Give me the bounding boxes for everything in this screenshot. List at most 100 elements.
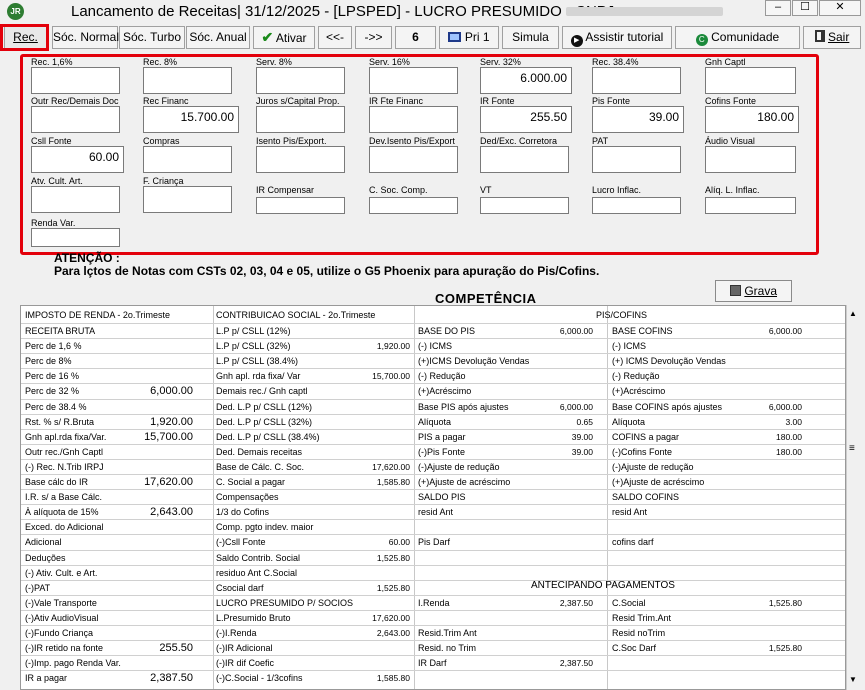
table-row: (-) Rec. N.Trib IRPJ Base de Cálc. C. Soc…	[21, 458, 845, 474]
field-input-ir_fte_financ[interactable]	[369, 106, 458, 133]
scroll-grip-icon[interactable]: ≡	[849, 443, 855, 454]
field-input-rec384[interactable]	[592, 67, 681, 94]
sair-label: Sair	[828, 30, 850, 44]
field-input-vt[interactable]	[480, 197, 569, 214]
field-input-audio_visual[interactable]	[705, 146, 796, 173]
field-input-ir_fonte[interactable]: 255.50	[480, 106, 572, 133]
field-input-rec16[interactable]	[31, 67, 120, 94]
row-value-ir: 6,000.00	[150, 385, 193, 398]
table-row: (-)Ativ AudioVisual L.Presumido Bruto 17,6…	[21, 609, 845, 625]
close-button[interactable]: ✕	[819, 0, 861, 16]
field-input-ir_compensar[interactable]	[256, 197, 345, 214]
row-label-cs: L.P p/ CSLL (32%)	[216, 341, 291, 352]
field-input-cofins_fonte[interactable]: 180.00	[705, 106, 799, 133]
monitor-icon	[448, 32, 462, 42]
field-input-serv32[interactable]: 6.000.00	[480, 67, 572, 94]
field-input-dev_isento_pis[interactable]	[369, 146, 458, 173]
field-input-compras[interactable]	[143, 146, 232, 173]
window-title: Lancamento de Receitas| 31/12/2025 - [LP…	[71, 3, 619, 20]
field-input-outr_rec[interactable]	[31, 106, 120, 133]
grid-scrollbar[interactable]: ▲ ≡ ▼	[846, 305, 861, 690]
field-input-lucro_inflac[interactable]	[592, 197, 681, 214]
field-input-serv16[interactable]	[369, 67, 458, 94]
field-label-c_soc_comp: C. Soc. Comp.	[369, 185, 428, 195]
row-label-ir: (-) Rec. N.Trib IRPJ	[25, 461, 104, 472]
pri-button[interactable]: Pri 1	[439, 26, 499, 49]
field-input-csll_fonte[interactable]: 60.00	[31, 146, 124, 173]
field-label-aliq_l_inflac: Alíq. L. Inflac.	[705, 185, 760, 195]
row-label-cs: Saldo Contrib. Social	[216, 552, 301, 563]
table-row: Deduções Saldo Contrib. Social 1,525.80	[21, 549, 845, 565]
table-row: IR a pagar 2,387.50 (-)C.Social - 1/3cofin…	[21, 670, 845, 685]
ativar-button[interactable]: ✔ Ativar	[253, 26, 315, 49]
row-label-cs: 1/3 do Cofins	[216, 507, 270, 518]
field-label-rec384: Rec. 38.4%	[592, 57, 639, 67]
scroll-up-icon[interactable]: ▲	[849, 309, 857, 318]
row-label-cofins: C.Social	[612, 597, 646, 608]
field-input-atv_cult[interactable]	[31, 186, 120, 213]
row-label-ir: RECEITA BRUTA	[25, 326, 96, 336]
row-label-cs: (-)C.Social - 1/3cofins	[216, 673, 303, 684]
tutorial-label: Assistir tutorial	[585, 30, 664, 44]
field-label-lucro_inflac: Lucro Inflac.	[592, 185, 642, 195]
row-label-pis: Resid. no Trim	[418, 643, 477, 654]
field-input-juros_capital[interactable]	[256, 106, 345, 133]
scroll-down-icon[interactable]: ▼	[849, 675, 857, 684]
grava-button[interactable]: Grava	[715, 280, 792, 302]
field-input-renda_var[interactable]	[31, 228, 120, 247]
field-input-serv8[interactable]	[256, 67, 345, 94]
row-label-cofins: Resid Trim.Ant	[612, 612, 672, 623]
row-label-pis: resid Ant	[418, 507, 454, 518]
field-input-gnh_captl[interactable]	[705, 67, 796, 94]
field-input-ded_exc[interactable]	[480, 146, 569, 173]
field-input-isento_pis[interactable]	[256, 146, 345, 173]
row-label-ir: Outr rec./Gnh Captl	[25, 446, 104, 457]
row-label-ir: (-)IR retido na fonte	[25, 643, 104, 654]
table-row: Perc de 8% L.P p/ CSLL (38.4%) (+)ICMS Dev…	[21, 353, 845, 368]
row-label-cofins: cofins darf	[612, 537, 654, 548]
row-label-ir: Rst. % s/ R.Bruta	[25, 416, 95, 427]
row-value-cs: 17,620.00	[372, 612, 410, 623]
row-label-cofins: (+) ICMS Devolução Vendas	[612, 356, 726, 367]
results-grid: IMPOSTO DE RENDA - 2o.Trimeste CONTRIBUI…	[20, 305, 846, 690]
row-label-cs: L.P p/ CSLL (12%)	[216, 326, 291, 336]
socio-turbo-button[interactable]: Sóc. Turbo	[119, 26, 185, 49]
socio-anual-button[interactable]: Sóc. Anual	[186, 26, 250, 49]
table-row: I.R. s/ a Base Cálc. Compensações SALDO PI…	[21, 489, 845, 504]
row-label-cofins: (+)Ajuste de acréscimo	[612, 477, 705, 487]
maximize-button[interactable]: ☐	[792, 0, 818, 16]
row-value-cof: 1,525.80	[768, 643, 802, 654]
row-label-ir: Base cálc do IR	[25, 477, 89, 487]
community-icon: C	[695, 34, 708, 46]
tutorial-button[interactable]: ▶ Assistir tutorial	[562, 26, 672, 49]
row-label-cofins: (-)Ajuste de redução	[612, 461, 694, 472]
simula-button[interactable]: Simula	[502, 26, 559, 49]
row-value-cof: 6,000.00	[768, 326, 802, 336]
field-input-c_soc_comp[interactable]	[369, 197, 458, 214]
row-label-ir: À alíquota de 15%	[25, 507, 99, 518]
table-row: (-)Fundo Criança (-)I.Renda 2,643.00 Resid.…	[21, 625, 845, 640]
row-label-cofins: Base COFINS após ajustes	[612, 401, 723, 412]
field-input-rec_financ[interactable]: 15.700.00	[143, 106, 239, 133]
row-label-cofins: Alíquota	[612, 416, 646, 427]
socio-normal-button[interactable]: Sóc. Normal	[52, 26, 119, 49]
row-value-pis: 6,000.00	[559, 401, 593, 412]
minimize-button[interactable]: –	[765, 0, 791, 16]
row-label-cofins: (-) Redução	[612, 371, 660, 382]
field-input-pis_fonte[interactable]: 39.00	[592, 106, 684, 133]
row-label-cs: Demais rec./ Gnh captl	[216, 386, 308, 397]
comunidade-button[interactable]: C Comunidade	[675, 26, 800, 49]
field-input-rec8[interactable]	[143, 67, 232, 94]
row-value-cs: 1,920.00	[376, 341, 410, 352]
field-label-f_crianca: F. Criança	[143, 176, 184, 186]
field-input-pat[interactable]	[592, 146, 681, 173]
previous-button[interactable]: <<-	[318, 26, 352, 49]
sair-button[interactable]: Sair	[803, 26, 861, 49]
row-value-cs: 1,585.80	[376, 673, 410, 684]
table-row: (-)Vale Transporte LUCRO PRESUMIDO P/ SOC…	[21, 594, 845, 610]
row-value-pis: 39.00	[571, 431, 593, 442]
next-button[interactable]: ->>	[355, 26, 392, 49]
row-value-cof: 1,525.80	[768, 597, 802, 608]
field-input-aliq_l_inflac[interactable]	[705, 197, 796, 214]
field-input-f_crianca[interactable]	[143, 186, 232, 213]
